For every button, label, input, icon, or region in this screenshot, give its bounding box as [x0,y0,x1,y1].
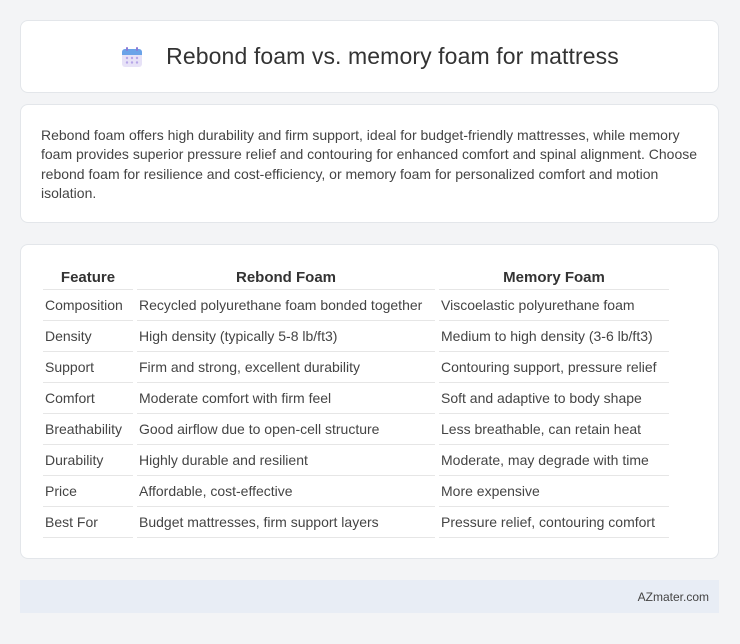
memory-cell: Less breathable, can retain heat [439,414,669,445]
comparison-table-card: Feature Rebond Foam Memory Foam Composit… [20,244,719,559]
feature-cell: Composition [43,290,133,321]
memory-cell: Medium to high density (3-6 lb/ft3) [439,321,669,352]
rebond-cell: Recycled polyurethane foam bonded togeth… [137,290,435,321]
feature-cell: Support [43,352,133,383]
table-row: Price Affordable, cost-effective More ex… [43,476,669,507]
rebond-cell: Firm and strong, excellent durability [137,352,435,383]
memory-cell: Contouring support, pressure relief [439,352,669,383]
page-title: Rebond foam vs. memory foam for mattress [166,43,619,69]
footer: AZmater.com [20,580,719,613]
memory-cell: Soft and adaptive to body shape [439,383,669,414]
table-row: Support Firm and strong, excellent durab… [43,352,669,383]
summary-card: Rebond foam offers high durability and f… [20,104,719,223]
header-card: Rebond foam vs. memory foam for mattress [20,20,719,93]
column-header-memory-foam: Memory Foam [439,266,669,290]
column-header-feature: Feature [43,266,133,290]
feature-cell: Comfort [43,383,133,414]
feature-cell: Density [43,321,133,352]
memory-cell: Pressure relief, contouring comfort [439,507,669,538]
summary-text: Rebond foam offers high durability and f… [41,127,698,201]
rebond-cell: High density (typically 5-8 lb/ft3) [137,321,435,352]
rebond-cell: Good airflow due to open-cell structure [137,414,435,445]
rebond-cell: Affordable, cost-effective [137,476,435,507]
rebond-cell: Moderate comfort with firm feel [137,383,435,414]
footer-site-link[interactable]: AZmater.com [638,590,709,604]
rebond-cell: Budget mattresses, firm support layers [137,507,435,538]
table-header-row: Feature Rebond Foam Memory Foam [43,266,669,290]
table-row: Best For Budget mattresses, firm support… [43,507,669,538]
header: Rebond foam vs. memory foam for mattress [120,43,619,70]
table-row: Breathability Good airflow due to open-c… [43,414,669,445]
feature-cell: Durability [43,445,133,476]
table-row: Density High density (typically 5-8 lb/f… [43,321,669,352]
feature-cell: Price [43,476,133,507]
rebond-cell: Highly durable and resilient [137,445,435,476]
memory-cell: Viscoelastic polyurethane foam [439,290,669,321]
feature-cell: Breathability [43,414,133,445]
comparison-table: Feature Rebond Foam Memory Foam Composit… [39,266,673,538]
memory-cell: More expensive [439,476,669,507]
calendar-icon [120,45,144,69]
feature-cell: Best For [43,507,133,538]
table-row: Composition Recycled polyurethane foam b… [43,290,669,321]
memory-cell: Moderate, may degrade with time [439,445,669,476]
table-row: Comfort Moderate comfort with firm feel … [43,383,669,414]
table-row: Durability Highly durable and resilient … [43,445,669,476]
column-header-rebond-foam: Rebond Foam [137,266,435,290]
